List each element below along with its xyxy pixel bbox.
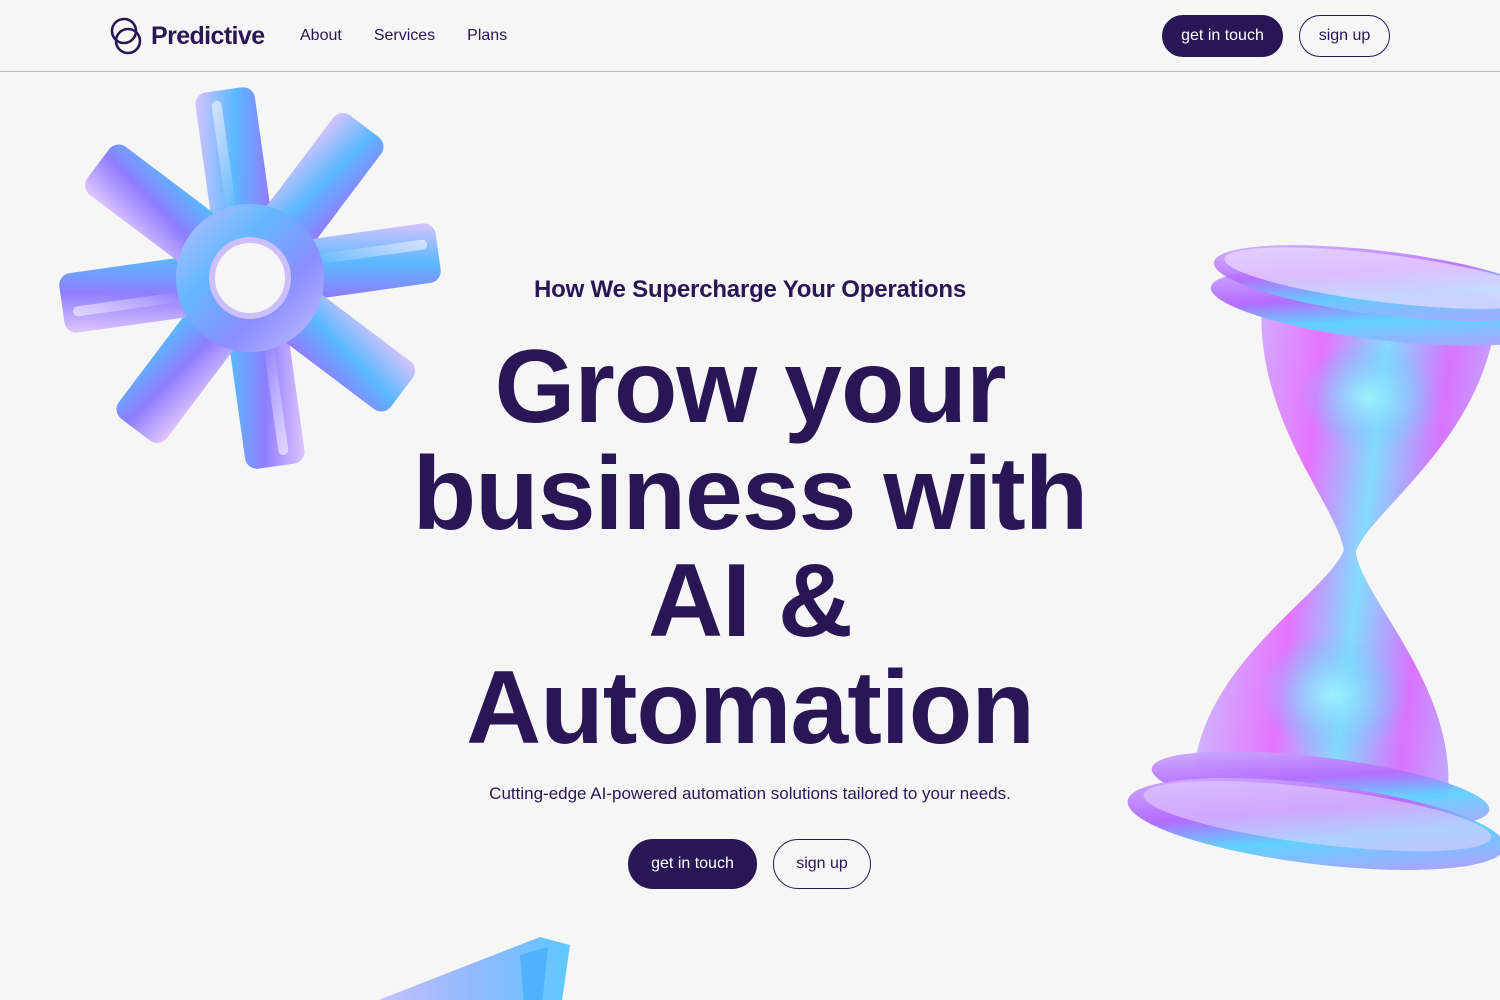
nav-item-services[interactable]: Services — [374, 27, 435, 45]
hero-subtitle: Cutting-edge AI-powered automation solut… — [489, 784, 1011, 803]
hero-title-line-1: Grow your — [494, 329, 1006, 445]
hero-title-line-4: Automation — [466, 650, 1035, 766]
landing-page: Predictive About Services Plans get in t… — [0, 0, 1500, 1000]
overlapping-circles-logo-icon — [110, 17, 142, 55]
hero-title-line-3: AI & — [648, 543, 853, 659]
hero-title: Grow your business with AI & Automation — [330, 334, 1170, 762]
site-header: Predictive About Services Plans get in t… — [0, 0, 1500, 72]
hero-sign-up-button[interactable]: sign up — [773, 839, 871, 889]
nav-item-plans[interactable]: Plans — [467, 27, 507, 45]
header-sign-up-button[interactable]: sign up — [1299, 15, 1390, 57]
main-nav: About Services Plans — [300, 27, 507, 45]
brand-logo[interactable]: Predictive — [109, 16, 265, 56]
hero-get-in-touch-button[interactable]: get in touch — [628, 839, 757, 889]
triangle-shape-icon — [378, 937, 570, 1000]
brand-name: Predictive — [151, 21, 265, 50]
header-get-in-touch-button[interactable]: get in touch — [1162, 15, 1283, 57]
nav-item-about[interactable]: About — [300, 27, 342, 45]
hero-title-line-2: business with — [412, 436, 1089, 552]
hero-eyebrow: How We Supercharge Your Operations — [534, 276, 966, 303]
